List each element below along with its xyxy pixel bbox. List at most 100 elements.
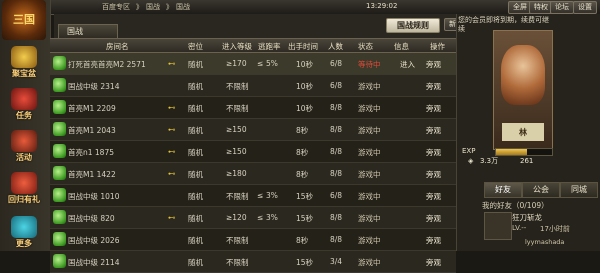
- exp-bar-fill: [496, 149, 527, 155]
- room-level: 不限制: [226, 258, 249, 267]
- flee-operator: ≤: [257, 191, 264, 200]
- room-turn-time: 10秒: [296, 82, 314, 91]
- room-turn-time: 10秒: [296, 104, 314, 113]
- room-level: ≥170: [226, 59, 247, 68]
- flee-operator: ≤: [257, 213, 264, 222]
- header-turn-time: 出手时间: [288, 42, 318, 51]
- rules-button[interactable]: 国战规则: [386, 18, 440, 33]
- room-players: 8/8: [330, 213, 343, 222]
- character-portrait[interactable]: 林: [493, 30, 553, 150]
- room-icon: [53, 100, 66, 114]
- friend-level: LV.--: [512, 224, 527, 232]
- tab-guozhan[interactable]: 国战: [58, 24, 118, 38]
- coin-icon: ◈: [468, 157, 474, 165]
- friend-avatar[interactable]: [484, 212, 512, 240]
- room-name: 首亮M1 1422: [68, 170, 116, 179]
- tab-guild[interactable]: 公会: [522, 182, 560, 198]
- table-row[interactable]: 首亮M1 2043 ⊷ 随机 ≥150 8秒 8/8 游戏中 旁观: [50, 119, 456, 141]
- watch-button[interactable]: 旁观: [426, 125, 441, 136]
- room-status: 游戏中: [358, 214, 381, 223]
- game-logo: 三国: [2, 0, 46, 40]
- sidebar-item-events[interactable]: 活动: [3, 130, 45, 163]
- table-header: 房间名 密位 进入等级 逃跑率 出手时间 人数 状态 信息 操作: [50, 38, 456, 53]
- crumb-room[interactable]: 国战: [176, 2, 190, 12]
- room-icon: [53, 210, 66, 224]
- room-seat: 随机: [188, 104, 203, 113]
- room-name: 首亮M1 2209: [68, 104, 116, 113]
- sidebar-item-more[interactable]: 更多: [3, 216, 45, 249]
- room-name: 国战中级 2114: [68, 258, 120, 267]
- table-row[interactable]: 国战中级 1010 随机 不限制 ≤3% 15秒 6/8 游戏中 旁观: [50, 185, 456, 207]
- room-flee-rate: 3%: [266, 213, 278, 222]
- forum-button[interactable]: 论坛: [550, 1, 574, 14]
- room-level: ≥150: [226, 147, 247, 156]
- room-rows: 打死首亮首亮M2 2571 ⊷ 随机 ≥170 ≤5% 10秒 6/8 等待中 进入 旁观 国战中级…: [50, 53, 456, 273]
- portrait-card-label: 林: [502, 123, 544, 141]
- header-seat: 密位: [188, 42, 203, 51]
- tab-friends[interactable]: 好友: [484, 182, 522, 198]
- key-icon: ⊷: [168, 125, 176, 134]
- room-icon: [53, 144, 66, 158]
- friend-list-header: 我的好友（0/109）: [482, 201, 549, 210]
- table-row[interactable]: 国战中级 2314 随机 不限制 10秒 6/8 游戏中 旁观: [50, 75, 456, 97]
- watch-button[interactable]: 旁观: [426, 191, 441, 202]
- settings-button[interactable]: 设置: [573, 1, 597, 14]
- more-icon: [11, 216, 37, 238]
- sidebar-item-tasks[interactable]: 任务: [3, 88, 45, 121]
- room-turn-time: 15秒: [296, 192, 314, 201]
- sidebar-item-label: 聚宝盆: [12, 69, 36, 78]
- room-seat: 随机: [188, 148, 203, 157]
- key-icon: ⊷: [168, 213, 176, 222]
- room-players: 6/8: [330, 191, 343, 200]
- tab-local[interactable]: 同城: [560, 182, 598, 198]
- sidebar-item-return-gift[interactable]: 回归有礼: [3, 172, 45, 205]
- table-row[interactable]: 首亮M1 2209 ⊷ 随机 不限制 10秒 8/8 游戏中 旁观: [50, 97, 456, 119]
- watch-button[interactable]: 旁观: [426, 103, 441, 114]
- room-players: 6/8: [330, 59, 343, 68]
- room-name: 国战中级 1010: [68, 192, 120, 201]
- sidebar-item-treasure[interactable]: 聚宝盆: [3, 46, 45, 79]
- watch-button[interactable]: 旁观: [426, 147, 441, 158]
- treasure-bowl-icon: [11, 46, 37, 68]
- room-seat: 随机: [188, 170, 203, 179]
- key-icon: ⊷: [168, 147, 176, 156]
- header-status: 状态: [358, 42, 373, 51]
- watch-button[interactable]: 旁观: [426, 169, 441, 180]
- room-level: 不限制: [226, 104, 249, 113]
- table-row[interactable]: 打死首亮首亮M2 2571 ⊷ 随机 ≥170 ≤5% 10秒 6/8 等待中 进入 旁观: [50, 53, 456, 75]
- room-turn-time: 8秒: [296, 170, 309, 179]
- crumb-separator: 》: [166, 3, 173, 11]
- room-seat: 随机: [188, 82, 203, 91]
- key-icon: ⊷: [168, 169, 176, 178]
- sidebar-item-label: 活动: [16, 153, 32, 162]
- watch-button[interactable]: 旁观: [426, 257, 441, 268]
- friend-name[interactable]: 狂刀斩龙: [512, 212, 542, 223]
- room-turn-time: 15秒: [296, 258, 314, 267]
- sidebar-item-label: 任务: [16, 111, 32, 120]
- header-flee-rate: 逃跑率: [258, 42, 281, 51]
- watch-button[interactable]: 旁观: [426, 213, 441, 224]
- event-lantern-icon: [11, 130, 37, 152]
- enter-button[interactable]: 进入: [400, 59, 415, 70]
- room-icon: [53, 56, 66, 70]
- room-flee-rate: 5%: [266, 59, 278, 68]
- watch-button[interactable]: 旁观: [426, 235, 441, 246]
- watch-button[interactable]: 旁观: [426, 59, 441, 70]
- room-status: 等待中: [358, 60, 381, 69]
- table-row[interactable]: 国战中级 2026 随机 不限制 8秒 8/8 游戏中 旁观: [50, 229, 456, 251]
- room-name: 国战中级 820: [68, 214, 115, 223]
- table-row[interactable]: 国战中级 820 ⊷ 随机 ≥120 ≤3% 15秒 8/8 游戏中 旁观: [50, 207, 456, 229]
- crumb-zone[interactable]: 百度专区: [102, 2, 130, 12]
- room-players: 8/8: [330, 103, 343, 112]
- header-level: 进入等级: [222, 42, 252, 51]
- room-turn-time: 8秒: [296, 126, 309, 135]
- crumb-mode[interactable]: 国战: [146, 2, 160, 12]
- room-players: 8/8: [330, 235, 343, 244]
- task-scroll-icon: [11, 88, 37, 110]
- room-icon: [53, 254, 66, 268]
- table-row[interactable]: 首亮n1 1875 ⊷ 随机 ≥150 8秒 8/8 游戏中 旁观: [50, 141, 456, 163]
- gift-box-icon: [11, 172, 37, 194]
- table-row[interactable]: 首亮M1 1422 ⊷ 随机 ≥180 8秒 8/8 游戏中 旁观: [50, 163, 456, 185]
- table-row[interactable]: 国战中级 2114 随机 不限制 15秒 3/4 游戏中 旁观: [50, 251, 456, 273]
- watch-button[interactable]: 旁观: [426, 81, 441, 92]
